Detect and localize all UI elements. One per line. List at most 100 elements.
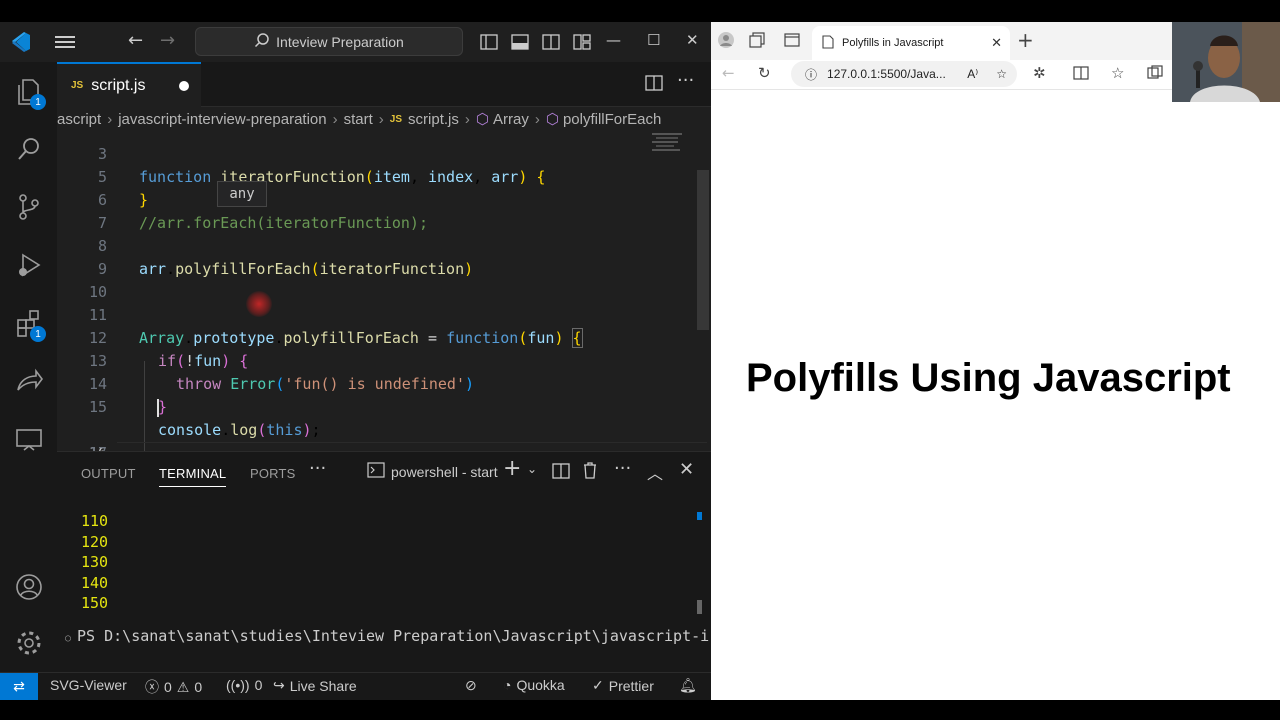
breadcrumb: ascript › javascript-interview-preparatio…: [57, 110, 662, 129]
close-panel-icon[interactable]: ✕: [679, 459, 694, 480]
remote-indicator-icon[interactable]: ⇄: [0, 673, 38, 700]
toggle-panel-icon[interactable]: [510, 32, 530, 52]
terminal-output-line: 110: [81, 512, 109, 530]
live-share-icon[interactable]: [14, 366, 44, 396]
warning-icon: ⚠: [176, 678, 190, 695]
more-actions-icon[interactable]: ···: [677, 70, 694, 91]
new-terminal-plus-icon[interactable]: +: [503, 456, 521, 481]
split-terminal-icon[interactable]: [552, 462, 570, 485]
code-line: 7: [97, 214, 107, 232]
tab-script-js[interactable]: JS script.js: [57, 62, 201, 107]
panel-tab-ports[interactable]: PORTS: [250, 466, 296, 481]
toggle-secondary-sidebar-icon[interactable]: [541, 32, 561, 52]
accounts-icon[interactable]: [14, 572, 44, 602]
back-arrow-icon[interactable]: ←: [128, 30, 143, 51]
editor-scrollbar[interactable]: [697, 170, 709, 330]
terminal-name: powershell - start: [391, 463, 498, 480]
panel-tab-terminal[interactable]: TERMINAL: [159, 466, 227, 487]
profile-avatar-icon[interactable]: [717, 31, 735, 53]
terminal-scroll-marker: [697, 512, 702, 520]
breadcrumb-item[interactable]: start: [344, 111, 373, 128]
code-editor[interactable]: 3 function iteratorFunction(item, index,…: [57, 131, 711, 451]
code-line: 6 //arr.forEach(iteratorFunction);: [97, 191, 428, 232]
status-quokka[interactable]: ◔ Quokka: [503, 677, 565, 693]
breadcrumb-item[interactable]: Array: [493, 111, 529, 128]
breadcrumb-item[interactable]: script.js: [408, 111, 459, 128]
status-bar: ⇄ SVG-Viewer ⓧ 0 ⚠ 0 ((•)) 0 ↪ Live Share ⊘ …: [0, 672, 711, 700]
kill-terminal-trash-icon[interactable]: [582, 461, 598, 484]
hamburger-menu-icon[interactable]: [54, 32, 76, 52]
minimize-icon[interactable]: —: [606, 31, 621, 49]
maximize-icon[interactable]: ☐: [647, 31, 660, 49]
workspaces-icon[interactable]: [749, 32, 765, 52]
close-tab-icon[interactable]: ✕: [991, 35, 1002, 51]
tab-actions-icon[interactable]: [784, 32, 800, 52]
status-accessibility[interactable]: ⊘: [465, 677, 477, 694]
split-screen-icon[interactable]: [1073, 65, 1089, 85]
url-text: 127.0.0.1:5500/Java...: [827, 67, 946, 81]
favorite-star-icon[interactable]: ☆: [996, 67, 1007, 81]
status-live-share[interactable]: ↪ Live Share: [273, 677, 357, 694]
explorer-badge: 1: [30, 94, 46, 110]
status-ports[interactable]: ((•)) 0: [226, 677, 262, 693]
broadcast-icon: ((•)): [226, 677, 250, 693]
minimap[interactable]: [652, 131, 692, 161]
refresh-icon[interactable]: ↻: [758, 64, 771, 82]
terminal-scrollbar[interactable]: [697, 600, 702, 614]
mouse-cursor-highlight: [246, 291, 272, 317]
extensions-puzzle-icon[interactable]: ✲: [1033, 64, 1046, 82]
live-share-icon: ↪: [273, 677, 285, 693]
code-line: 8 arr.polyfillForEach(iteratorFunction): [97, 237, 474, 278]
maximize-panel-chevron-up-icon[interactable]: ︿: [647, 460, 663, 484]
terminal-selector[interactable]: powershell - start: [367, 462, 498, 481]
page-favicon-icon: [822, 34, 834, 52]
source-control-icon[interactable]: [14, 192, 44, 222]
panel-tab-output[interactable]: OUTPUT: [81, 466, 136, 481]
terminal-more-icon[interactable]: ···: [614, 458, 631, 479]
code-line: 9: [97, 260, 107, 278]
bottom-letterbox: [0, 700, 1280, 720]
collections-icon[interactable]: [1147, 65, 1163, 85]
remote-explorer-icon[interactable]: [14, 424, 44, 454]
browser-window: Polyfills in Javascript ✕ + ← ↻ ⓘ 127.0.…: [711, 22, 1280, 700]
terminal-icon: [367, 462, 385, 481]
terminal-prompt[interactable]: ○ PS D:\sanat\sanat\studies\Inteview Prep…: [65, 627, 709, 645]
bottom-panel: OUTPUT TERMINAL PORTS ··· powershell - s…: [57, 451, 711, 672]
browser-tab-active[interactable]: Polyfills in Javascript ✕: [812, 26, 1010, 60]
split-editor-icon[interactable]: [645, 74, 663, 97]
page-heading: Polyfills Using Javascript: [746, 356, 1231, 400]
chevron-down-icon[interactable]: ⌄: [527, 462, 537, 476]
webcam-overlay: [1172, 22, 1280, 102]
status-problems[interactable]: ⓧ 0 ⚠ 0: [145, 677, 202, 697]
run-debug-icon[interactable]: [14, 250, 44, 280]
editor-area: JS script.js ··· ascript › javascript-int…: [57, 62, 711, 672]
breadcrumb-item[interactable]: javascript-interview-preparation: [118, 111, 326, 128]
customize-layout-icon[interactable]: [572, 32, 592, 52]
breadcrumb-item[interactable]: polyfillForEach: [563, 111, 661, 128]
command-center-search[interactable]: Inteview Preparation: [195, 27, 463, 56]
status-prettier[interactable]: ✓ Prettier: [592, 677, 654, 694]
unsaved-dot-icon[interactable]: [179, 81, 189, 91]
browser-back-icon[interactable]: ←: [722, 64, 735, 82]
address-bar[interactable]: ⓘ 127.0.0.1:5500/Java... A⁾ ☆: [791, 61, 1017, 87]
terminal-output-line: 120: [81, 533, 109, 551]
notifications-bell-icon[interactable]: 🔔︎: [679, 677, 697, 694]
forward-arrow-icon[interactable]: →: [160, 30, 175, 51]
toggle-primary-sidebar-icon[interactable]: [479, 32, 499, 52]
search-sidebar-icon[interactable]: [14, 134, 44, 164]
vscode-logo-icon: [10, 31, 32, 53]
panel-more-icon[interactable]: ···: [309, 458, 326, 479]
search-label: Inteview Preparation: [276, 33, 404, 50]
close-window-icon[interactable]: ✕: [686, 31, 699, 49]
new-tab-plus-icon[interactable]: +: [1017, 28, 1034, 52]
settings-gear-icon[interactable]: [14, 628, 44, 658]
check-icon: ✓: [592, 677, 604, 693]
code-line-current: 16: [57, 396, 711, 451]
status-svg-viewer[interactable]: SVG-Viewer: [50, 677, 127, 693]
read-aloud-icon[interactable]: A⁾: [967, 67, 978, 81]
favorites-icon[interactable]: ☆: [1111, 64, 1124, 82]
terminal-output-line: 140: [81, 574, 109, 592]
breadcrumb-item[interactable]: ascript: [57, 111, 101, 128]
code-line: 10: [88, 283, 107, 301]
title-bar: ← → Inteview Preparation — ☐ ✕: [0, 22, 711, 62]
